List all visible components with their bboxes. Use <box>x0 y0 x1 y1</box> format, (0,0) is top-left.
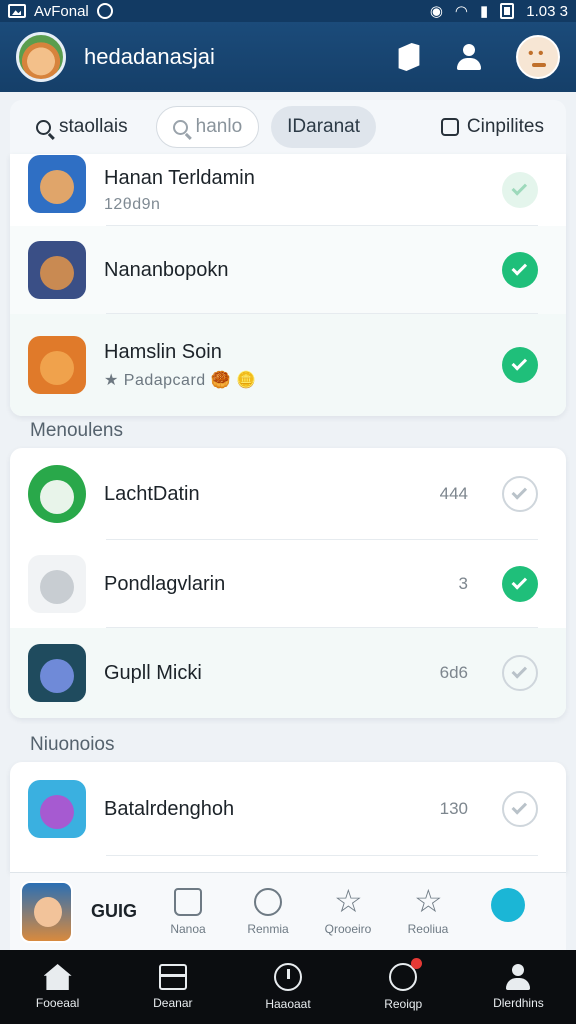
nav-item-clock[interactable]: Haaoaat <box>230 950 345 1024</box>
wifi-icon: ◠ <box>454 3 469 20</box>
checkbox-filter[interactable]: Cinpilites <box>429 106 556 148</box>
list-item[interactable]: Gupll Micki 6d6 <box>10 628 566 718</box>
star-icon <box>414 882 443 920</box>
section-label: Menoulens <box>30 420 123 441</box>
filter-bar: staollais hanlo IDaranat Cinpilites <box>10 100 566 154</box>
home-icon <box>43 964 72 990</box>
account-icon[interactable] <box>454 42 484 72</box>
cyan-action-icon <box>491 887 525 922</box>
check-icon[interactable] <box>502 791 538 827</box>
mini-tab-strip: GUIG Nanoa Renmia Qrooeiro Reoliua <box>10 872 566 950</box>
active-filter-chip[interactable]: IDaranat <box>271 106 377 148</box>
app-icon <box>28 780 86 838</box>
mini-tab-renmia[interactable]: Renmia <box>228 887 308 936</box>
item-title: Pondlagvlarin <box>104 572 226 595</box>
app-icon <box>28 336 86 394</box>
profile-avatar[interactable] <box>16 32 66 82</box>
card-icon <box>158 964 187 990</box>
section-label: Niuonoios <box>30 734 115 755</box>
check-icon[interactable] <box>502 252 538 288</box>
location-icon: ◉ <box>429 3 443 20</box>
active-filter-label: IDaranat <box>287 116 361 137</box>
bottom-navigation: Fooeaal Deanar Haaoaat Reoiqp Dlerdhins <box>0 950 576 1024</box>
list-card-tertiary: Batalrdenghoh 130 <box>10 762 566 872</box>
star-icon <box>334 882 363 920</box>
item-count: 6d6 <box>439 663 468 682</box>
app-icon <box>28 465 86 523</box>
nav-label: Deanar <box>153 996 193 1010</box>
user-icon <box>504 964 532 990</box>
status-bar: AvFonal ◉ ◠ ▮ 1.03 3 <box>0 0 576 22</box>
item-title: Gupll Micki <box>104 661 202 684</box>
mini-tab-label: Reoliua <box>407 921 449 936</box>
image-notification-icon <box>8 4 26 18</box>
nav-item-card[interactable]: Deanar <box>115 950 230 1024</box>
item-subtitle: 12θd9n <box>104 195 161 213</box>
status-carrier: AvFonal <box>34 2 89 20</box>
search-icon <box>36 119 51 135</box>
item-title: Batalrdenghoh <box>104 797 235 820</box>
check-icon[interactable] <box>502 566 538 602</box>
mini-tab-nanoa[interactable]: Nanoa <box>148 887 228 936</box>
nav-label: Reoiqp <box>384 997 423 1011</box>
item-title: Nananbopokn <box>104 258 229 281</box>
app-icon <box>28 555 86 613</box>
item-count: 444 <box>439 484 468 503</box>
signal-icon: ▮ <box>480 3 489 20</box>
list-item[interactable]: Batalrdenghoh 130 <box>10 762 566 856</box>
item-count: 130 <box>439 799 468 818</box>
search-chip-label: staollais <box>59 116 128 137</box>
search-chip[interactable]: staollais <box>20 106 144 148</box>
search-icon <box>172 119 188 135</box>
app-icon <box>28 644 86 702</box>
app-title: hedadanasjai <box>84 44 215 69</box>
mini-tab-reoliua[interactable]: Reoliua <box>388 882 468 936</box>
now-playing-avatar[interactable] <box>20 880 73 943</box>
nav-item-home[interactable]: Fooeaal <box>0 950 115 1024</box>
app-bar: hedadanasjai <box>0 22 576 92</box>
status-time: 1.03 3 <box>526 2 568 20</box>
search-input[interactable]: hanlo <box>155 106 260 148</box>
list-item[interactable]: Hanan Terldamin 12θd9n <box>10 154 566 226</box>
item-title: Hamslin Soin <box>104 340 222 363</box>
dial-icon <box>254 887 282 916</box>
nav-label: Dlerdhins <box>493 996 544 1010</box>
list-item[interactable]: Nananbopokn <box>10 226 566 314</box>
mini-tab-label: Nanoa <box>170 921 206 936</box>
pin-check-icon[interactable] <box>502 347 538 383</box>
battery-icon <box>500 3 515 19</box>
clock-icon <box>274 963 302 991</box>
list-item[interactable]: Pondlagvlarin 3 <box>10 540 566 628</box>
app-icon <box>28 241 86 299</box>
nav-label: Haaoaat <box>265 997 311 1011</box>
nav-item-profile[interactable]: Dlerdhins <box>461 950 576 1024</box>
nav-item-notifications[interactable]: Reoiqp <box>346 950 461 1024</box>
mini-tab-action[interactable] <box>468 887 548 936</box>
nav-label: Fooeaal <box>35 996 80 1010</box>
library-icon[interactable] <box>398 43 420 71</box>
notification-icon <box>389 958 423 991</box>
list-card-primary: Hanan Terldamin 12θd9n Nananbopokn Hamsl… <box>10 154 566 416</box>
list-card-secondary: LachtDatin 444 Pondlagvlarin 3 Gupll Mic… <box>10 448 566 718</box>
checkbox-filter-label: Cinpilites <box>466 116 544 137</box>
item-title: LachtDatin <box>104 482 200 505</box>
checkbox-icon <box>440 118 459 136</box>
check-icon[interactable] <box>502 172 538 208</box>
bag-icon <box>174 887 202 916</box>
check-icon[interactable] <box>502 655 538 691</box>
item-tags: ★ Padapcard 🥮 🪙 <box>104 371 257 389</box>
app-icon <box>28 155 86 213</box>
mascot-face-icon[interactable] <box>516 35 560 79</box>
sync-icon <box>96 3 113 19</box>
list-item[interactable]: LachtDatin 444 <box>10 448 566 540</box>
mini-strip-label: GUIG <box>91 901 138 921</box>
mini-tab-qrooeiro[interactable]: Qrooeiro <box>308 882 388 936</box>
mini-tab-label: Renmia <box>247 921 289 936</box>
item-title: Hanan Terldamin <box>104 166 255 189</box>
search-placeholder: hanlo <box>195 116 243 137</box>
item-count: 3 <box>458 574 468 593</box>
mini-tab-label: Qrooeiro <box>324 921 372 936</box>
list-item[interactable]: Hamslin Soin ★ Padapcard 🥮 🪙 <box>10 314 566 416</box>
check-icon[interactable] <box>502 476 538 512</box>
